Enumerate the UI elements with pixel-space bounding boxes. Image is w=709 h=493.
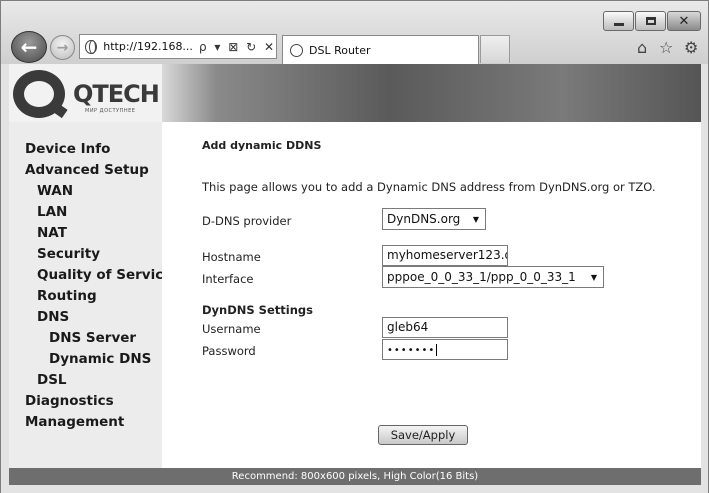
text-caret xyxy=(436,344,438,356)
maximize-icon xyxy=(645,17,656,25)
address-tools[interactable]: ρ ▾ ⊠ ↻ ✕ xyxy=(199,40,276,54)
footer-bar: Recommend: 800x600 pixels, High Color(16… xyxy=(9,468,701,485)
footer-text: Recommend: 800x600 pixels, High Color(16… xyxy=(231,471,479,482)
sidebar-item-device-info[interactable]: Device Info xyxy=(25,141,110,157)
hostname-input[interactable]: myhomeserver123.dyn xyxy=(382,245,508,266)
password-input[interactable]: ••••••• xyxy=(382,339,508,360)
logo: QTECH МИР ДОСТУПНЕЕ xyxy=(9,64,162,122)
page-favicon-icon xyxy=(290,44,303,57)
sidebar-item-wan[interactable]: WAN xyxy=(37,183,73,199)
close-icon: ✕ xyxy=(678,13,690,29)
new-tab-button[interactable] xyxy=(480,35,510,63)
sidebar-item-advanced-setup[interactable]: Advanced Setup xyxy=(25,162,149,178)
tab-title: DSL Router xyxy=(309,44,371,57)
save-apply-button[interactable]: Save/Apply xyxy=(378,425,468,445)
sidebar-item-dynamic-dns[interactable]: Dynamic DNS xyxy=(49,351,151,367)
globe-icon xyxy=(85,39,98,54)
sidebar-item-dsl[interactable]: DSL xyxy=(37,372,67,388)
sidebar-item-management[interactable]: Management xyxy=(25,414,124,430)
chevron-down-icon: ▼ xyxy=(590,272,597,282)
sidebar-item-dns[interactable]: DNS xyxy=(37,309,69,325)
logo-tagline: МИР ДОСТУПНЕЕ xyxy=(85,108,136,114)
username-input[interactable]: gleb64 xyxy=(382,317,508,338)
address-bar[interactable]: http://192.168... ρ ▾ ⊠ ↻ ✕ xyxy=(79,34,277,59)
interface-label: Interface xyxy=(202,272,254,286)
sidebar-item-security[interactable]: Security xyxy=(37,246,100,262)
forward-arrow-icon: → xyxy=(56,39,69,56)
page-description: This page allows you to add a Dynamic DN… xyxy=(202,180,656,194)
chevron-down-icon: ▼ xyxy=(472,214,479,224)
minimize-button[interactable] xyxy=(603,11,634,31)
page-right-margin xyxy=(701,64,708,485)
password-label: Password xyxy=(202,344,256,358)
router-page: QTECH МИР ДОСТУПНЕЕ Device Info Advanced… xyxy=(0,64,709,493)
username-label: Username xyxy=(202,322,261,336)
page-title: Add dynamic DDNS xyxy=(202,139,322,152)
sidebar-item-routing[interactable]: Routing xyxy=(37,288,97,304)
sidebar-item-lan[interactable]: LAN xyxy=(37,204,67,220)
header-banner: QTECH МИР ДОСТУПНЕЕ xyxy=(9,64,701,122)
browser-chrome: ✕ ← → http://192.168... ρ ▾ ⊠ ↻ ✕ DSL Ro… xyxy=(0,0,709,65)
logo-ring-icon xyxy=(13,70,65,118)
tab-dsl-router[interactable]: DSL Router xyxy=(282,35,479,65)
main-content: Add dynamic DDNS This page allows you to… xyxy=(162,122,701,468)
provider-label: D-DNS provider xyxy=(202,214,292,228)
sidebar-item-diagnostics[interactable]: Diagnostics xyxy=(25,393,114,409)
password-mask: ••••••• xyxy=(387,345,436,356)
interface-select[interactable]: pppoe_0_0_33_1/ppp_0_0_33_1 ▼ xyxy=(382,266,604,288)
home-icon[interactable]: ⌂ xyxy=(637,38,647,57)
gear-icon[interactable]: ⚙ xyxy=(684,38,698,57)
back-button[interactable]: ← xyxy=(11,31,47,63)
logo-name: QTECH xyxy=(73,80,160,108)
address-url[interactable]: http://192.168... xyxy=(103,40,193,53)
sidebar-nav: Device Info Advanced Setup WAN LAN NAT S… xyxy=(9,122,172,468)
sidebar-item-nat[interactable]: NAT xyxy=(37,225,67,241)
page-bottom-margin xyxy=(1,485,708,493)
close-window-button[interactable]: ✕ xyxy=(667,11,701,31)
forward-button[interactable]: → xyxy=(50,35,75,60)
dyndns-settings-heading: DynDNS Settings xyxy=(202,303,313,317)
provider-select[interactable]: DynDNS.org ▼ xyxy=(382,208,486,230)
provider-value: DynDNS.org xyxy=(387,212,461,226)
back-arrow-icon: ← xyxy=(20,35,38,59)
star-icon[interactable]: ☆ xyxy=(659,38,673,57)
minimize-icon xyxy=(613,22,624,26)
sidebar-item-quality-of-service[interactable]: Quality of Service xyxy=(37,267,172,283)
page-left-margin xyxy=(1,64,9,485)
maximize-button[interactable] xyxy=(635,11,666,31)
hostname-label: Hostname xyxy=(202,250,261,264)
sidebar-item-dns-server[interactable]: DNS Server xyxy=(49,330,136,346)
interface-value: pppoe_0_0_33_1/ppp_0_0_33_1 xyxy=(387,270,576,284)
